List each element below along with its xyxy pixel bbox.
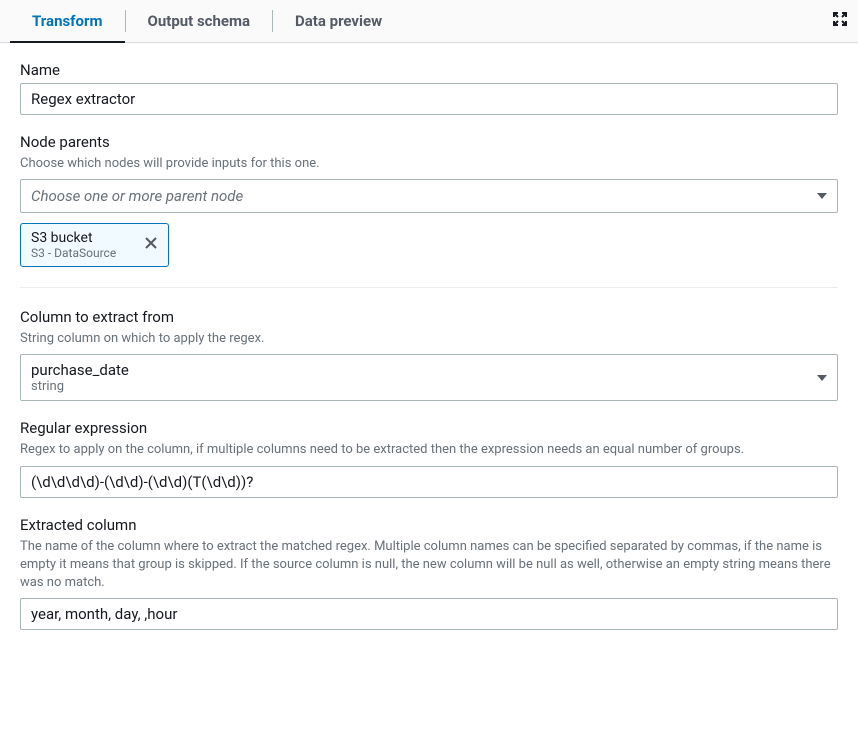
column-label: Column to extract from (20, 308, 838, 326)
expand-icon[interactable] (832, 11, 848, 31)
name-label: Name (20, 61, 838, 79)
column-select[interactable]: purchase_date string (20, 354, 838, 401)
node-parents-placeholder: Choose one or more parent node (31, 187, 243, 205)
parent-chip: S3 bucket S3 - DataSource (20, 223, 169, 267)
name-group: Name (20, 61, 838, 115)
tab-data-preview[interactable]: Data preview (273, 0, 404, 42)
tab-transform[interactable]: Transform (10, 0, 125, 42)
name-input[interactable] (20, 83, 838, 115)
extracted-helper: The name of the column where to extract … (20, 538, 838, 593)
parent-chip-subtitle: S3 - DataSource (31, 246, 116, 260)
section-divider (20, 287, 838, 288)
node-parents-label: Node parents (20, 133, 838, 151)
regex-group: Regular expression Regex to apply on the… (20, 419, 838, 497)
extracted-label: Extracted column (20, 516, 838, 534)
tab-bar: Transform Output schema Data preview (0, 0, 858, 43)
extracted-input[interactable] (20, 598, 838, 630)
regex-helper: Regex to apply on the column, if multipl… (20, 441, 838, 459)
chevron-down-icon (817, 193, 827, 199)
close-icon[interactable] (142, 234, 160, 256)
regex-label: Regular expression (20, 419, 838, 437)
node-parents-group: Node parents Choose which nodes will pro… (20, 133, 838, 267)
form-content: Name Node parents Choose which nodes wil… (0, 43, 858, 666)
tab-output-schema[interactable]: Output schema (126, 0, 273, 42)
column-type: string (31, 379, 129, 394)
column-value: purchase_date (31, 361, 129, 379)
node-parents-helper: Choose which nodes will provide inputs f… (20, 155, 838, 173)
column-helper: String column on which to apply the rege… (20, 330, 838, 348)
chevron-down-icon (817, 375, 827, 381)
parent-chip-text: S3 bucket S3 - DataSource (31, 230, 116, 260)
parent-chip-title: S3 bucket (31, 230, 116, 246)
node-parents-select[interactable]: Choose one or more parent node (20, 179, 838, 213)
extracted-group: Extracted column The name of the column … (20, 516, 838, 631)
regex-input[interactable] (20, 466, 838, 498)
column-group: Column to extract from String column on … (20, 308, 838, 401)
